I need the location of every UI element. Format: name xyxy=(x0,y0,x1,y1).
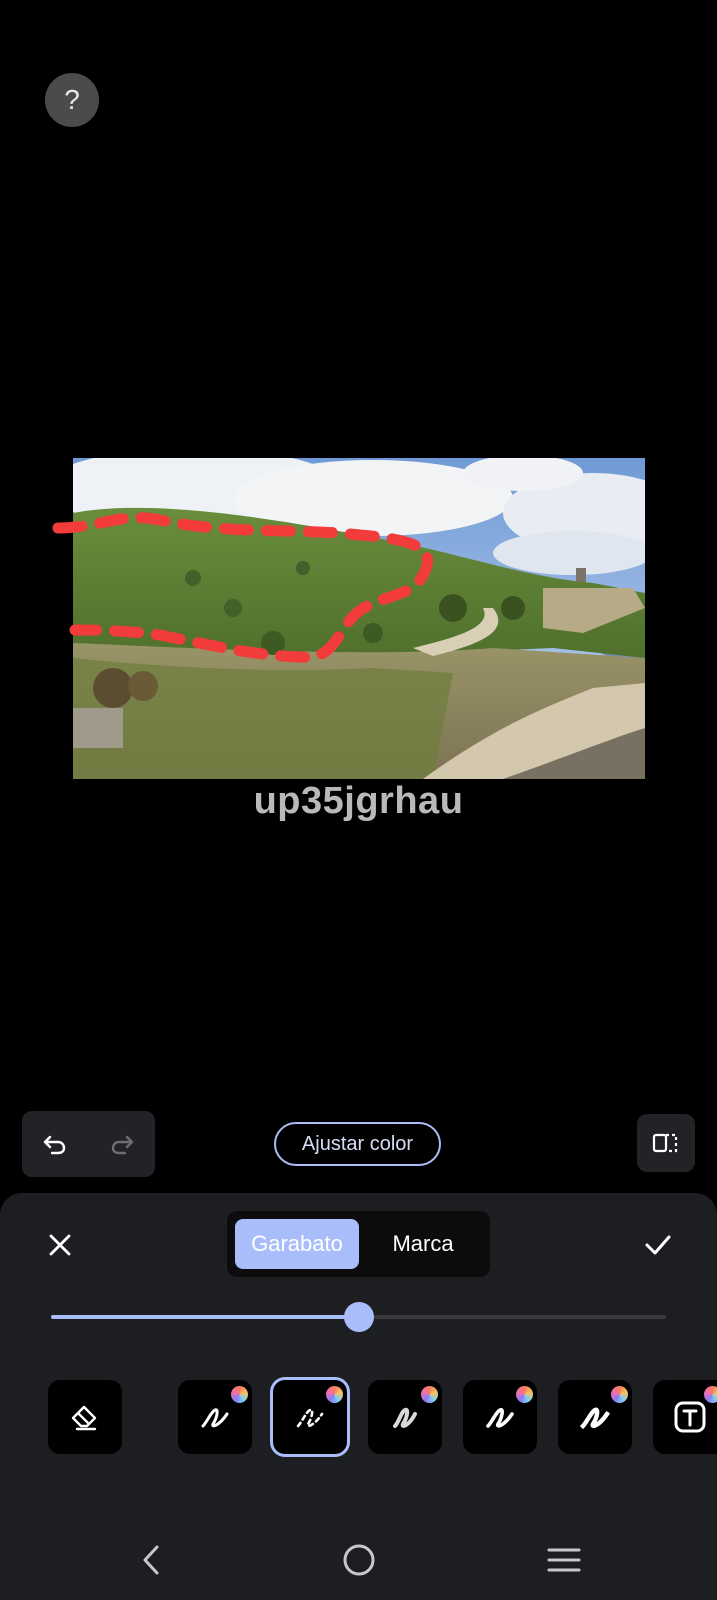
pen-highlighter-icon xyxy=(579,1407,611,1430)
mode-segmented-control: Garabato Marca xyxy=(227,1211,490,1277)
color-indicator xyxy=(231,1386,248,1403)
recents-icon xyxy=(547,1548,581,1572)
home-nav[interactable] xyxy=(329,1540,389,1580)
pen-soft-tool[interactable] xyxy=(368,1380,442,1454)
eraser-icon xyxy=(71,1405,97,1431)
color-indicator xyxy=(704,1386,717,1403)
undo-redo-group xyxy=(22,1111,155,1177)
close-icon xyxy=(49,1234,71,1256)
text-tool-icon xyxy=(674,1401,706,1433)
help-label: ? xyxy=(64,84,80,115)
confirm-button[interactable] xyxy=(638,1225,678,1265)
pen-solid-icon xyxy=(201,1408,229,1428)
back-icon xyxy=(143,1545,159,1575)
help-button[interactable]: ? xyxy=(45,73,99,127)
check-icon xyxy=(645,1235,671,1255)
tab-marca[interactable]: Marca xyxy=(363,1219,483,1269)
watermark-text: up35jgrhau xyxy=(253,780,464,822)
pen-solid-tool[interactable] xyxy=(178,1380,252,1454)
pen-soft-icon xyxy=(393,1407,417,1428)
tab-garabato[interactable]: Garabato xyxy=(235,1219,359,1269)
text-tool[interactable] xyxy=(653,1380,717,1454)
recents-nav[interactable] xyxy=(534,1540,594,1580)
pen-highlighter-tool[interactable] xyxy=(558,1380,632,1454)
undo-icon[interactable] xyxy=(35,1124,75,1164)
back-nav[interactable] xyxy=(122,1540,182,1580)
compare-button[interactable] xyxy=(637,1114,695,1172)
eraser-tool[interactable] xyxy=(48,1380,122,1454)
pen-marker-icon xyxy=(486,1407,514,1428)
pen-marker-tool[interactable] xyxy=(463,1380,537,1454)
edited-photo xyxy=(73,458,645,779)
stroke-size-fill xyxy=(51,1315,359,1319)
color-indicator xyxy=(326,1386,343,1403)
home-icon xyxy=(343,1544,375,1576)
color-indicator xyxy=(421,1386,438,1403)
color-indicator xyxy=(611,1386,628,1403)
color-indicator xyxy=(516,1386,533,1403)
adjust-color-button[interactable]: Ajustar color xyxy=(274,1122,441,1166)
pen-dashed-icon xyxy=(296,1408,324,1428)
stroke-size-thumb[interactable] xyxy=(343,1302,374,1332)
close-button[interactable] xyxy=(40,1225,80,1265)
compare-icon xyxy=(652,1133,678,1153)
pen-dashed-tool[interactable] xyxy=(273,1380,347,1454)
redo-icon[interactable] xyxy=(102,1124,142,1164)
